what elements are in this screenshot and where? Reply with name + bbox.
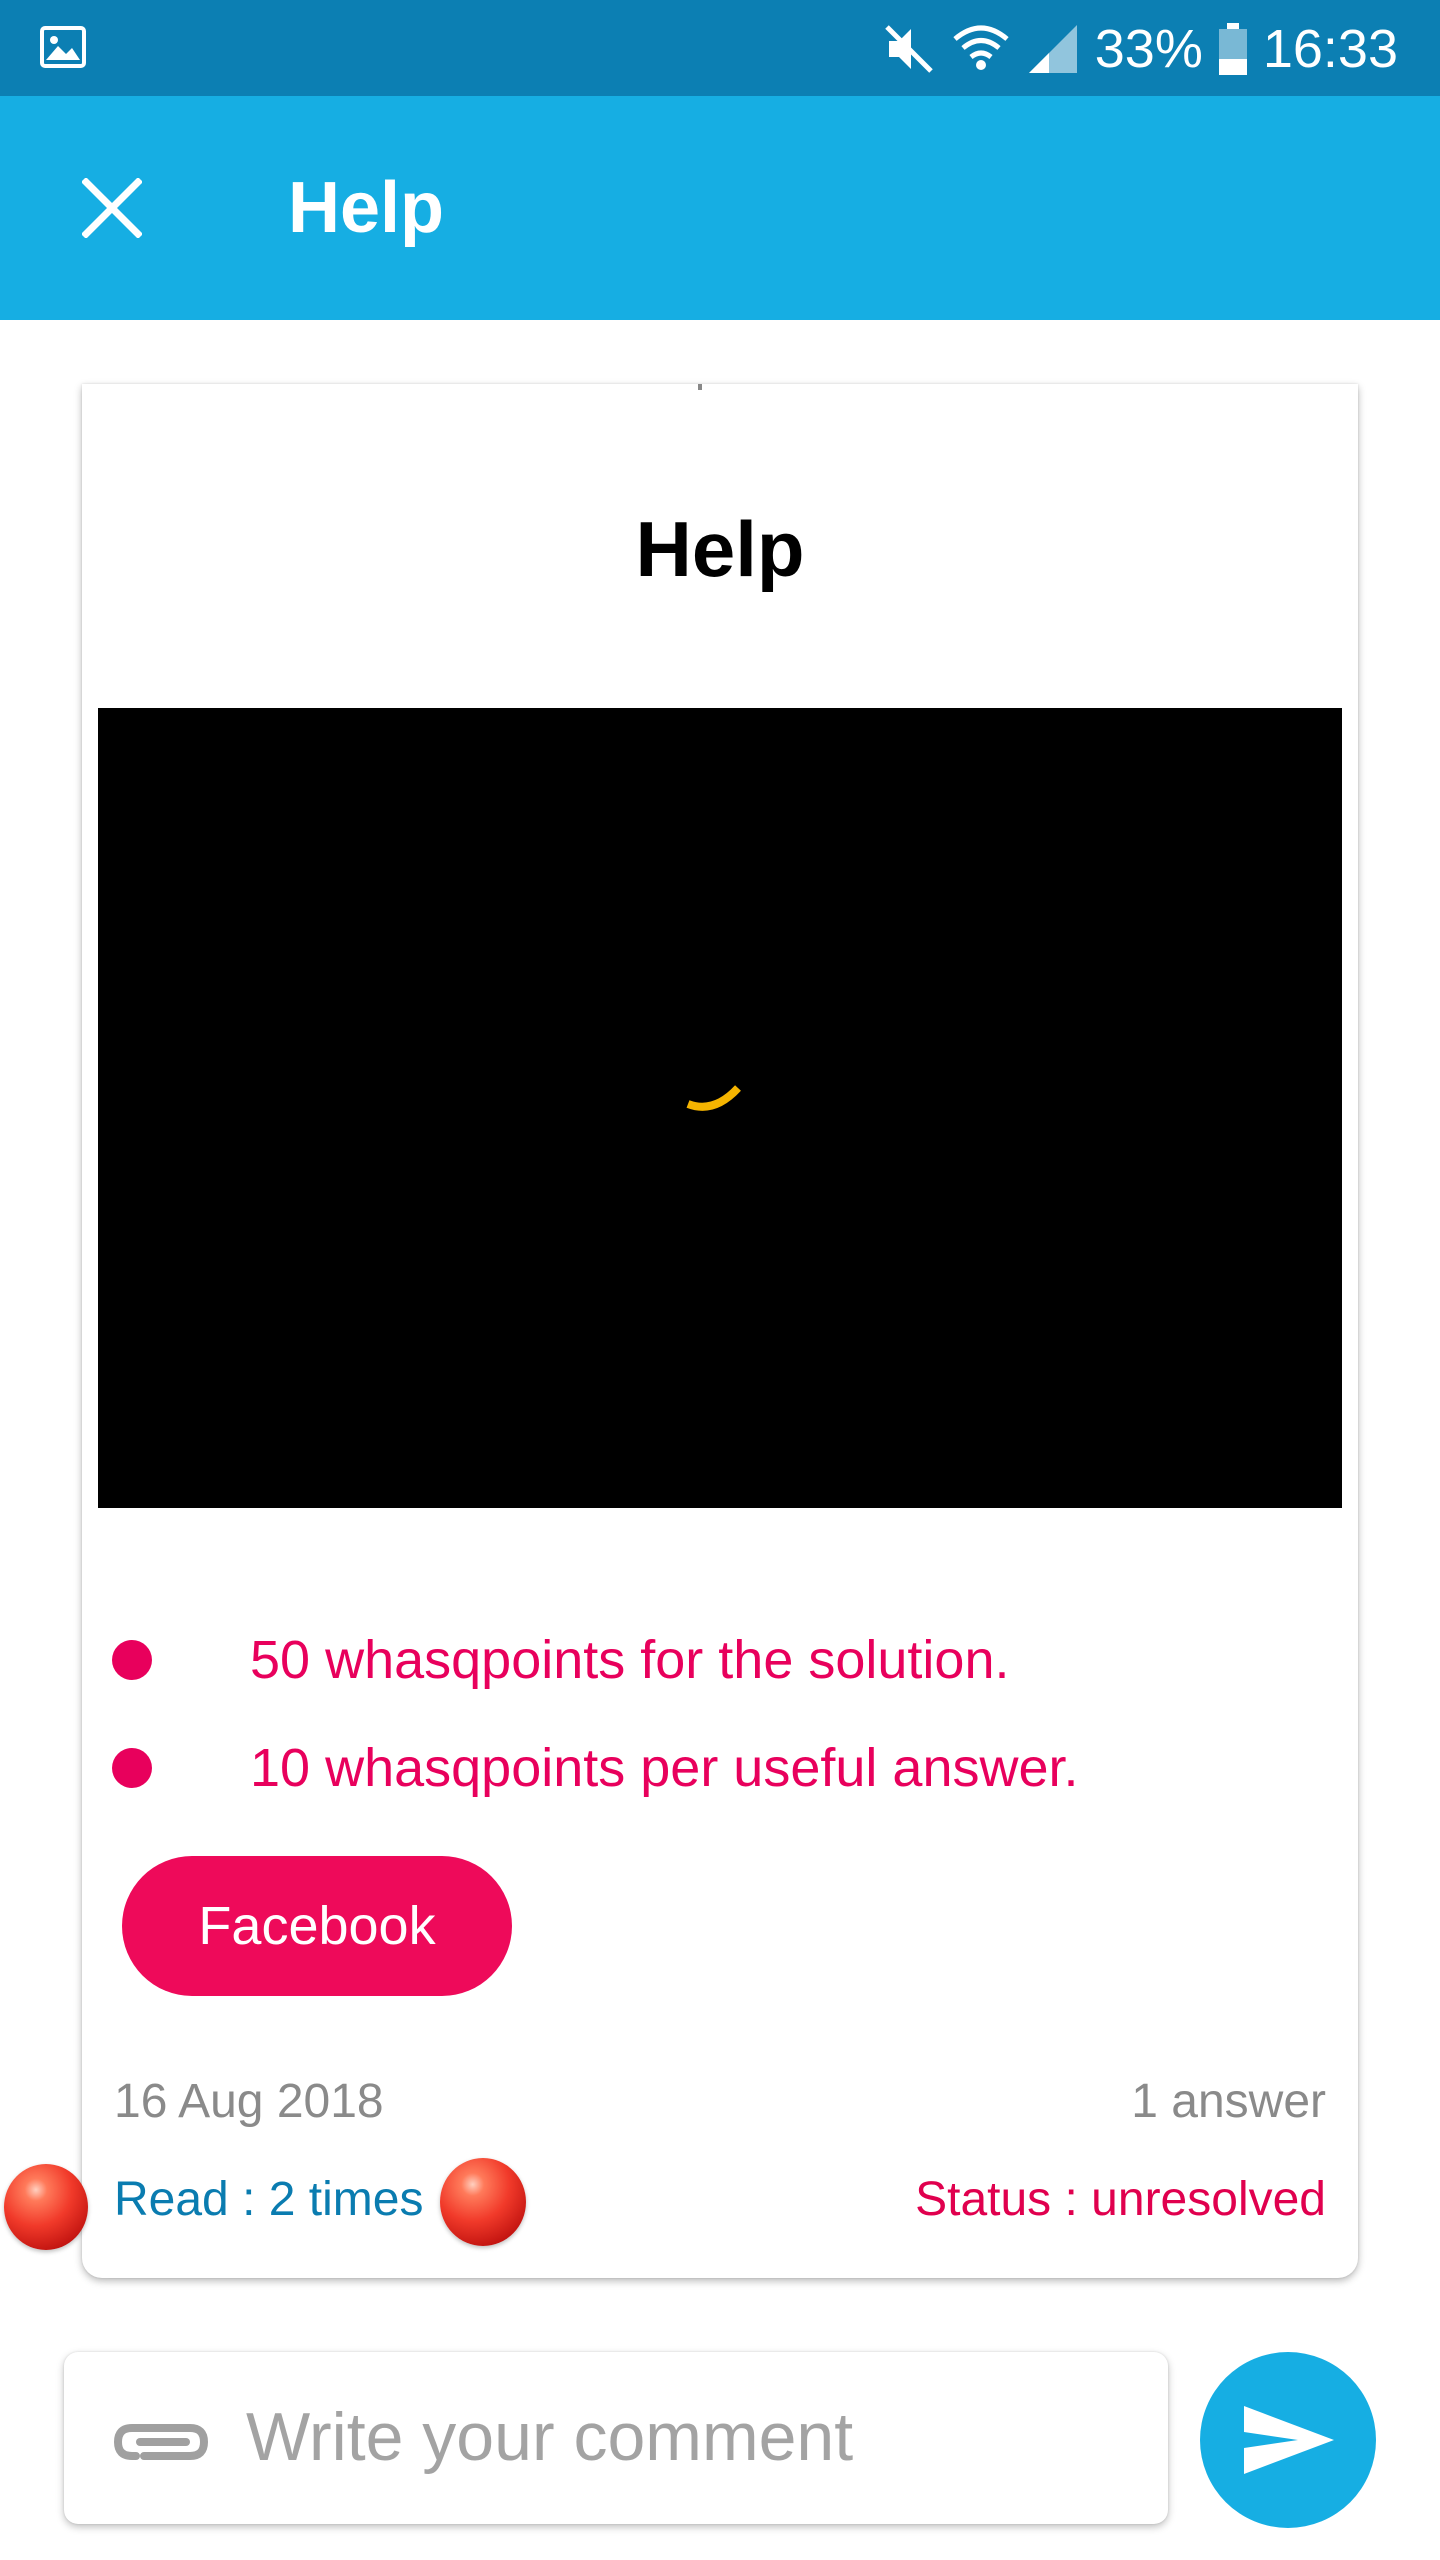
- comment-input[interactable]: [244, 2382, 1124, 2492]
- close-icon: [82, 178, 142, 238]
- close-button[interactable]: [70, 166, 154, 250]
- question-card: Help 50 whasqpoints for the solution. 10…: [82, 384, 1358, 2278]
- video-player[interactable]: [98, 708, 1342, 1508]
- wifi-icon: [953, 25, 1009, 70]
- reward-text: 50 whasqpoints for the solution.: [250, 1630, 1010, 1690]
- battery-icon: [1218, 23, 1247, 75]
- page-title: Help: [288, 168, 445, 248]
- read-count: Read : 2 times: [114, 2173, 424, 2226]
- send-icon: [1244, 2406, 1334, 2474]
- status-bar: 33% 16:33: [0, 0, 1440, 96]
- red-ball-icon: [4, 2164, 88, 2250]
- loading-spinner-icon: [686, 1085, 741, 1111]
- bullet-icon: [112, 1748, 152, 1788]
- status-label: Status : unresolved: [915, 2173, 1326, 2226]
- card-title: Help: [635, 505, 805, 593]
- mute-icon: [884, 25, 933, 73]
- gallery-icon: [40, 26, 86, 68]
- app-bar: Help: [0, 96, 1440, 320]
- comment-bar: [64, 2352, 1168, 2524]
- send-button[interactable]: [1200, 2352, 1376, 2528]
- bullet-icon: [112, 1640, 152, 1680]
- attachment-icon[interactable]: [104, 2402, 214, 2474]
- red-ball-icon: [440, 2158, 526, 2246]
- reward-text: 10 whasqpoints per useful answer.: [250, 1738, 1079, 1798]
- post-date: 16 Aug 2018: [114, 2075, 384, 2128]
- facebook-button[interactable]: Facebook: [122, 1856, 512, 1996]
- answer-count[interactable]: 1 answer: [1131, 2074, 1326, 2129]
- divider: [698, 384, 702, 390]
- battery-percent: 33%: [1094, 19, 1203, 79]
- clock: 16:33: [1262, 19, 1398, 79]
- signal-icon: [1028, 25, 1077, 73]
